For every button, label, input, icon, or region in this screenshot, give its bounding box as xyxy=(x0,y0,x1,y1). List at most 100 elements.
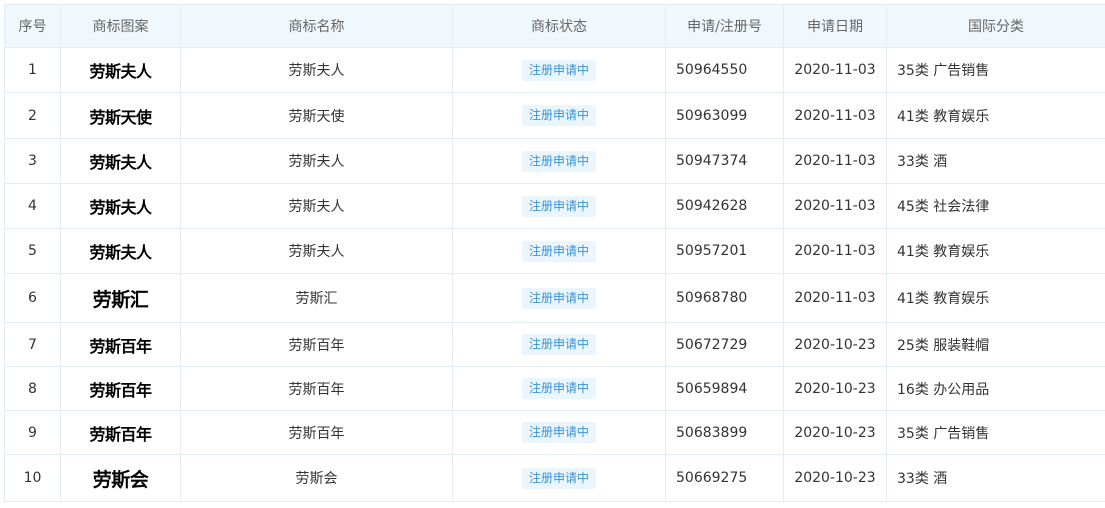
intl-class: 41类 教育娱乐 xyxy=(887,229,1105,273)
trademark-name[interactable]: 劳斯百年 xyxy=(181,323,453,366)
intl-class: 33类 酒 xyxy=(887,455,1105,501)
status-badge: 注册申请中 xyxy=(521,150,596,172)
table-row[interactable]: 4 劳斯夫人 劳斯夫人 注册申请中 50942628 2020-11-03 45… xyxy=(5,184,1105,229)
table-row[interactable]: 9 劳斯百年 劳斯百年 注册申请中 50683899 2020-10-23 35… xyxy=(5,411,1105,455)
trademark-logo-image: 劳斯百年 xyxy=(89,380,152,400)
intl-class: 41类 教育娱乐 xyxy=(887,93,1105,138)
trademark-logo-image: 劳斯百年 xyxy=(89,336,152,356)
apply-date: 2020-11-03 xyxy=(784,274,887,322)
row-num: 10 xyxy=(5,455,61,501)
row-num: 1 xyxy=(5,48,61,92)
status-badge: 注册申请中 xyxy=(521,422,596,443)
reg-number: 50942628 xyxy=(666,184,784,228)
table-header: 序号 商标图案 商标名称 商标状态 申请/注册号 申请日期 国际分类 xyxy=(5,5,1105,48)
intl-class: 35类 广告销售 xyxy=(887,48,1105,92)
row-num: 3 xyxy=(5,139,61,183)
table-row[interactable]: 5 劳斯夫人 劳斯夫人 注册申请中 50957201 2020-11-03 41… xyxy=(5,229,1105,274)
row-num: 8 xyxy=(5,367,61,410)
header-name: 商标名称 xyxy=(181,5,453,47)
reg-number: 50964550 xyxy=(666,48,784,92)
header-date: 申请日期 xyxy=(784,5,887,47)
table-row[interactable]: 8 劳斯百年 劳斯百年 注册申请中 50659894 2020-10-23 16… xyxy=(5,367,1105,411)
trademark-logo[interactable]: 劳斯百年 xyxy=(61,323,181,366)
table-row[interactable]: 1 劳斯夫人 劳斯夫人 注册申请中 50964550 2020-11-03 35… xyxy=(5,48,1105,93)
trademark-logo[interactable]: 劳斯百年 xyxy=(61,367,181,410)
apply-date: 2020-10-23 xyxy=(784,367,887,410)
row-num: 7 xyxy=(5,323,61,366)
header-reg-no: 申请/注册号 xyxy=(666,5,784,47)
trademark-logo[interactable]: 劳斯会 xyxy=(61,455,181,501)
apply-date: 2020-10-23 xyxy=(784,455,887,501)
table-row[interactable]: 3 劳斯夫人 劳斯夫人 注册申请中 50947374 2020-11-03 33… xyxy=(5,139,1105,184)
row-num: 9 xyxy=(5,411,61,454)
reg-number: 50947374 xyxy=(666,139,784,183)
header-num: 序号 xyxy=(5,5,61,47)
status-cell: 注册申请中 xyxy=(453,367,666,410)
header-class: 国际分类 xyxy=(887,5,1105,47)
table-row[interactable]: 10 劳斯会 劳斯会 注册申请中 50669275 2020-10-23 33类… xyxy=(5,455,1105,502)
trademark-name[interactable]: 劳斯百年 xyxy=(181,411,453,454)
status-cell: 注册申请中 xyxy=(453,323,666,366)
reg-number: 50963099 xyxy=(666,93,784,138)
intl-class: 16类 办公用品 xyxy=(887,367,1105,410)
status-cell: 注册申请中 xyxy=(453,93,666,138)
row-num: 6 xyxy=(5,274,61,322)
trademark-name[interactable]: 劳斯天使 xyxy=(181,93,453,138)
reg-number: 50968780 xyxy=(666,274,784,322)
status-badge: 注册申请中 xyxy=(521,105,596,126)
trademark-name[interactable]: 劳斯汇 xyxy=(181,274,453,322)
reg-number: 50672729 xyxy=(666,323,784,366)
apply-date: 2020-11-03 xyxy=(784,48,887,92)
reg-number: 50669275 xyxy=(666,455,784,501)
table-row[interactable]: 2 劳斯天使 劳斯天使 注册申请中 50963099 2020-11-03 41… xyxy=(5,93,1105,139)
trademark-logo[interactable]: 劳斯百年 xyxy=(61,411,181,454)
status-badge: 注册申请中 xyxy=(521,240,596,262)
trademark-logo[interactable]: 劳斯夫人 xyxy=(61,139,181,183)
apply-date: 2020-11-03 xyxy=(784,139,887,183)
trademark-name[interactable]: 劳斯夫人 xyxy=(181,48,453,92)
trademark-logo-image: 劳斯会 xyxy=(92,468,149,491)
trademark-name[interactable]: 劳斯会 xyxy=(181,455,453,501)
trademark-logo-image: 劳斯夫人 xyxy=(89,153,152,172)
status-badge: 注册申请中 xyxy=(521,467,596,489)
trademark-logo[interactable]: 劳斯汇 xyxy=(61,274,181,322)
trademark-table: 序号 商标图案 商标名称 商标状态 申请/注册号 申请日期 国际分类 1 劳斯夫… xyxy=(4,4,1105,502)
trademark-name[interactable]: 劳斯夫人 xyxy=(181,229,453,273)
trademark-name[interactable]: 劳斯百年 xyxy=(181,367,453,410)
status-cell: 注册申请中 xyxy=(453,229,666,273)
apply-date: 2020-11-03 xyxy=(784,93,887,138)
trademark-logo-image: 劳斯夫人 xyxy=(89,198,152,217)
intl-class: 25类 服装鞋帽 xyxy=(887,323,1105,366)
apply-date: 2020-11-03 xyxy=(784,229,887,273)
trademark-logo[interactable]: 劳斯天使 xyxy=(61,93,181,138)
status-cell: 注册申请中 xyxy=(453,411,666,454)
reg-number: 50659894 xyxy=(666,367,784,410)
trademark-logo-image: 劳斯天使 xyxy=(89,107,152,127)
status-badge: 注册申请中 xyxy=(521,378,596,399)
apply-date: 2020-10-23 xyxy=(784,323,887,366)
status-cell: 注册申请中 xyxy=(453,184,666,228)
status-cell: 注册申请中 xyxy=(453,274,666,322)
trademark-logo-image: 劳斯汇 xyxy=(92,288,149,311)
trademark-logo[interactable]: 劳斯夫人 xyxy=(61,184,181,228)
trademark-name[interactable]: 劳斯夫人 xyxy=(181,139,453,183)
table-row[interactable]: 7 劳斯百年 劳斯百年 注册申请中 50672729 2020-10-23 25… xyxy=(5,323,1105,367)
trademark-logo[interactable]: 劳斯夫人 xyxy=(61,229,181,273)
trademark-logo[interactable]: 劳斯夫人 xyxy=(61,48,181,92)
trademark-logo-image: 劳斯夫人 xyxy=(89,62,152,81)
table-row[interactable]: 6 劳斯汇 劳斯汇 注册申请中 50968780 2020-11-03 41类 … xyxy=(5,274,1105,323)
intl-class: 41类 教育娱乐 xyxy=(887,274,1105,322)
status-badge: 注册申请中 xyxy=(521,59,596,81)
header-status: 商标状态 xyxy=(453,5,666,47)
trademark-logo-image: 劳斯百年 xyxy=(89,424,152,444)
apply-date: 2020-10-23 xyxy=(784,411,887,454)
header-logo: 商标图案 xyxy=(61,5,181,47)
trademark-logo-image: 劳斯夫人 xyxy=(89,243,152,262)
status-cell: 注册申请中 xyxy=(453,48,666,92)
intl-class: 45类 社会法律 xyxy=(887,184,1105,228)
status-cell: 注册申请中 xyxy=(453,139,666,183)
status-badge: 注册申请中 xyxy=(521,287,596,309)
trademark-name[interactable]: 劳斯夫人 xyxy=(181,184,453,228)
row-num: 4 xyxy=(5,184,61,228)
row-num: 5 xyxy=(5,229,61,273)
